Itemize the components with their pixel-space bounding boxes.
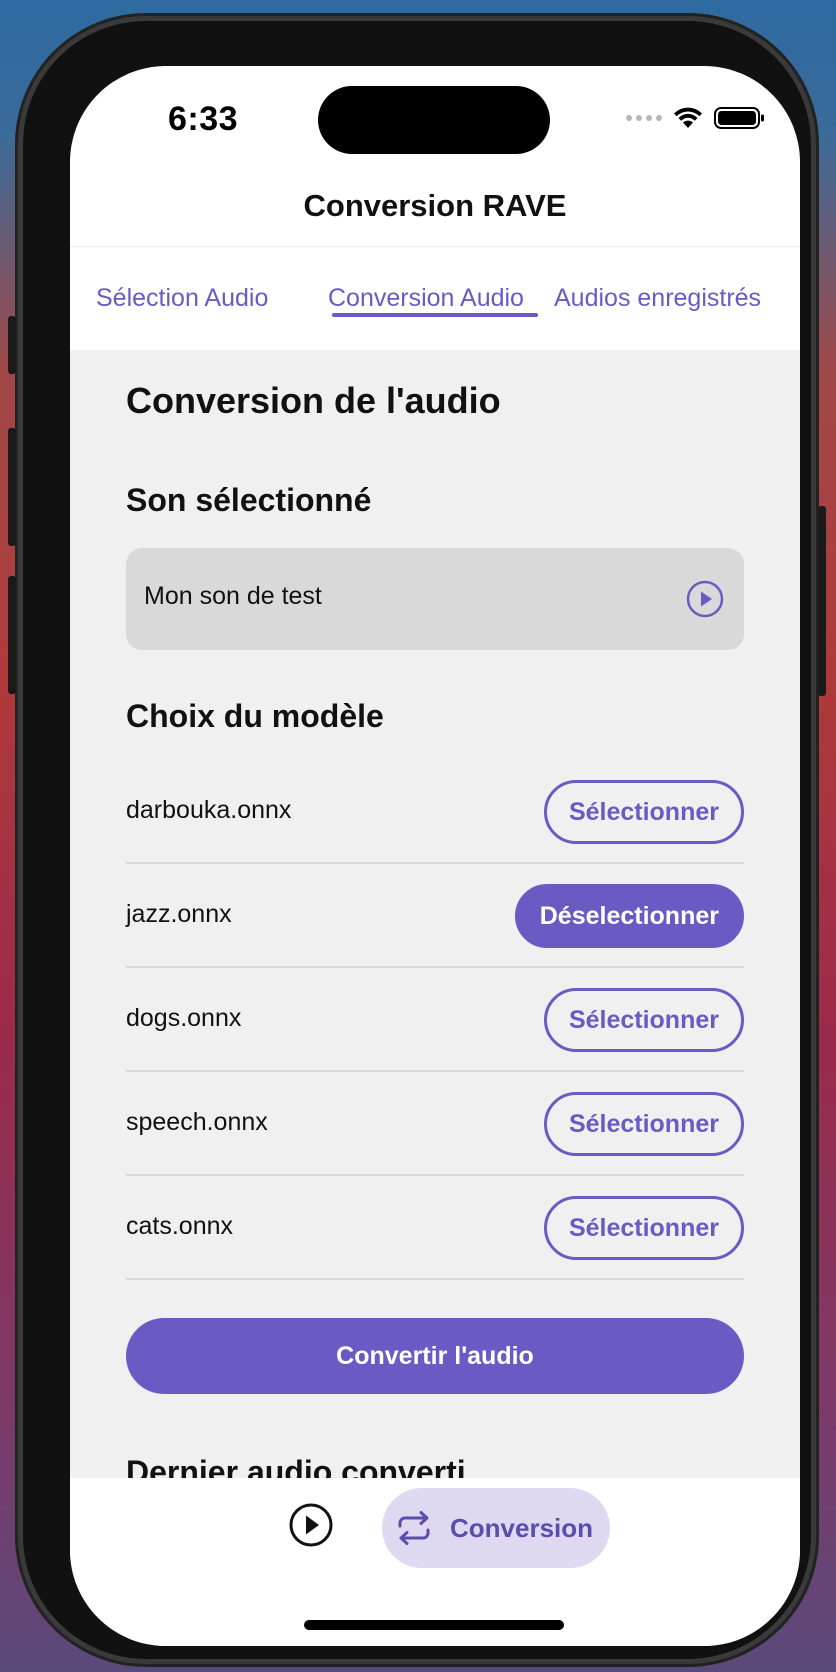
model-row: jazz.onnx Déselectionner: [126, 864, 744, 968]
battery-icon: [714, 107, 764, 129]
last-converted-heading: Dernier audio converti: [126, 1454, 466, 1478]
model-row: cats.onnx Sélectionner: [126, 1176, 744, 1280]
model-row: darbouka.onnx Sélectionner: [126, 760, 744, 864]
bottom-nav-conversion[interactable]: Conversion: [382, 1488, 610, 1568]
active-tab-indicator: [332, 313, 538, 317]
section-heading: Conversion de l'audio: [126, 380, 501, 421]
model-name: cats.onnx: [126, 1212, 234, 1240]
model-row: speech.onnx Sélectionner: [126, 1072, 744, 1176]
phone-frame: 6:33 Conversion RAVE Sélection Audio Con…: [8, 16, 826, 1664]
select-model-button[interactable]: Sélectionner: [543, 780, 744, 844]
conversion-content[interactable]: Conversion de l'audio Son sélectionné Mo…: [70, 350, 800, 1478]
select-model-button[interactable]: Sélectionner: [543, 1092, 744, 1156]
model-row: dogs.onnx Sélectionner: [126, 968, 744, 1072]
status-bar: 6:33: [70, 66, 800, 176]
screen: 6:33 Conversion RAVE Sélection Audio Con…: [70, 66, 800, 1646]
convert-audio-button[interactable]: Convertir l'audio: [126, 1318, 744, 1394]
model-choice-heading: Choix du modèle: [126, 698, 384, 734]
selected-sound-heading: Son sélectionné: [126, 482, 372, 518]
model-name: darbouka.onnx: [126, 796, 292, 824]
deselect-model-button[interactable]: Déselectionner: [514, 884, 744, 948]
action-button: [8, 316, 16, 374]
dynamic-island: [318, 86, 550, 154]
selected-sound-card: Mon son de test: [126, 548, 744, 650]
home-indicator: [304, 1620, 564, 1630]
status-time: 6:33: [168, 100, 239, 138]
wifi-icon: [674, 107, 702, 128]
volume-up-button: [8, 428, 16, 546]
play-circle-icon[interactable]: [686, 580, 724, 618]
model-name: jazz.onnx: [126, 900, 232, 928]
cellular-signal-icon: [626, 115, 662, 121]
select-model-button[interactable]: Sélectionner: [543, 1196, 744, 1260]
repeat-icon: [398, 1511, 430, 1545]
power-button: [818, 506, 826, 696]
play-circle-icon[interactable]: [288, 1502, 334, 1548]
selected-sound-name: Mon son de test: [144, 582, 322, 610]
tab-audio-selection[interactable]: Sélection Audio: [96, 247, 268, 350]
tab-audio-conversion[interactable]: Conversion Audio: [328, 247, 524, 350]
volume-down-button: [8, 576, 16, 694]
status-icons: [626, 106, 766, 130]
select-model-button[interactable]: Sélectionner: [543, 988, 744, 1052]
page-title: Conversion RAVE: [303, 188, 567, 223]
tab-saved-audios[interactable]: Audios enregistrés: [554, 247, 761, 350]
tab-bar: Sélection Audio Conversion Audio Audios …: [70, 246, 800, 350]
model-name: speech.onnx: [126, 1108, 268, 1136]
bottom-navigation: Conversion: [70, 1478, 800, 1646]
model-name: dogs.onnx: [126, 1004, 242, 1032]
bottom-nav-conversion-label: Conversion: [450, 1512, 594, 1543]
